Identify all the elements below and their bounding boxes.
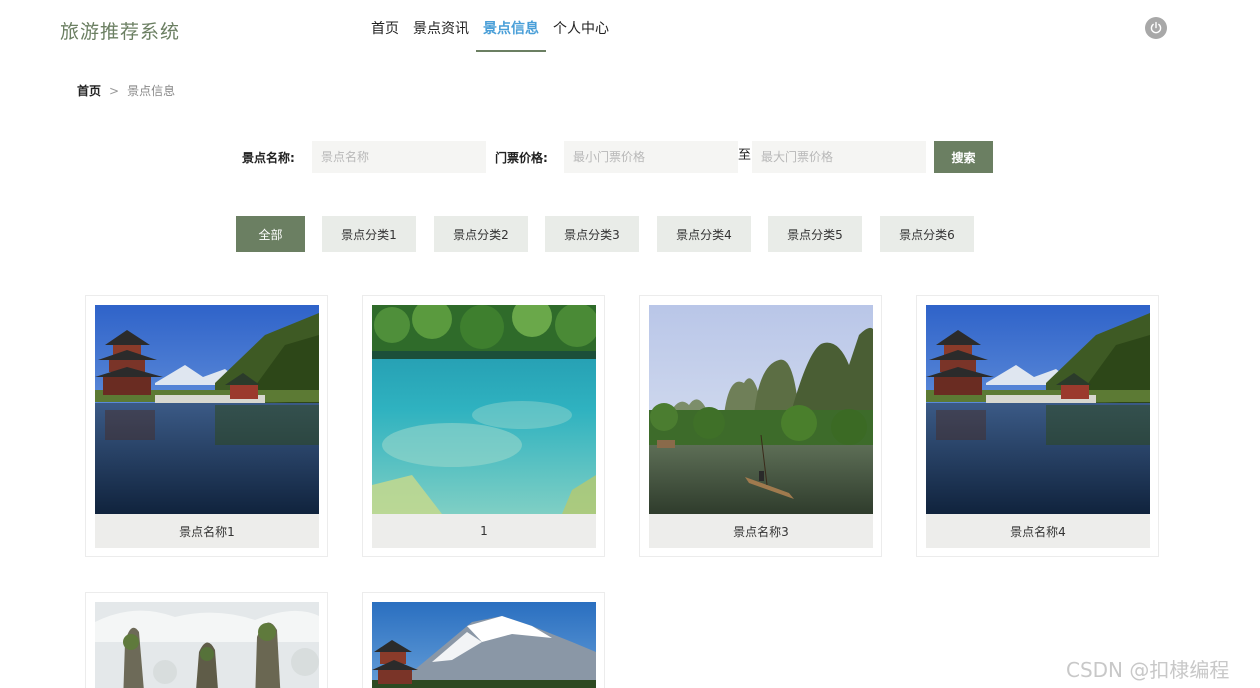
site-logo[interactable]: 旅游推荐系统 [60, 17, 180, 44]
category-4[interactable]: 景点分类4 [657, 216, 751, 252]
spot-name: 景点名称4 [926, 514, 1150, 548]
nav-spots[interactable]: 景点信息 [476, 0, 546, 52]
spot-name-label: 景点名称: [242, 151, 295, 165]
breadcrumb-separator: > [109, 83, 120, 98]
price-range-to: 至 [738, 148, 752, 163]
power-icon[interactable] [1145, 17, 1167, 39]
spot-image-turquoise-lake [372, 305, 596, 514]
breadcrumb: 首页 > 景点信息 [77, 82, 175, 99]
spot-image-pagoda-lake [926, 305, 1150, 514]
category-tabs: 全部 景点分类1 景点分类2 景点分类3 景点分类4 景点分类5 景点分类6 [0, 216, 1260, 252]
power-symbol [1150, 21, 1162, 34]
search-button[interactable]: 搜索 [934, 141, 993, 173]
category-5[interactable]: 景点分类5 [768, 216, 862, 252]
category-all[interactable]: 全部 [236, 216, 305, 252]
spot-name-input[interactable] [312, 141, 486, 173]
spot-card[interactable]: 景点名称4 [916, 295, 1159, 557]
spot-card[interactable] [85, 592, 328, 688]
spot-image-stone-pillars [95, 602, 319, 688]
spot-image-pagoda-lake [95, 305, 319, 514]
watermark: CSDN @扣棣编程 [1066, 658, 1230, 682]
spot-card[interactable]: 景点名称1 [85, 295, 328, 557]
spot-card[interactable]: 景点名称3 [639, 295, 882, 557]
spot-name: 1 [372, 514, 596, 548]
nav-profile[interactable]: 个人中心 [546, 0, 616, 52]
spot-name: 景点名称1 [95, 514, 319, 548]
spot-card[interactable] [362, 592, 605, 688]
spot-card[interactable]: 1 [362, 295, 605, 557]
spot-image-karst-river [649, 305, 873, 514]
nav-home[interactable]: 首页 [364, 0, 406, 52]
header: 旅游推荐系统 首页 景点资讯 景点信息 个人中心 [0, 0, 1260, 58]
breadcrumb-home[interactable]: 首页 [77, 82, 101, 99]
min-price-input[interactable] [564, 141, 738, 173]
main-nav: 首页 景点资讯 景点信息 个人中心 [364, 0, 616, 52]
nav-news[interactable]: 景点资讯 [406, 0, 476, 52]
category-2[interactable]: 景点分类2 [434, 216, 528, 252]
spot-image-snow-mountain [372, 602, 596, 688]
category-1[interactable]: 景点分类1 [322, 216, 416, 252]
max-price-input[interactable] [752, 141, 926, 173]
price-label: 门票价格: [495, 151, 548, 165]
category-3[interactable]: 景点分类3 [545, 216, 639, 252]
spot-name: 景点名称3 [649, 514, 873, 548]
category-6[interactable]: 景点分类6 [880, 216, 974, 252]
search-bar: 景点名称: 门票价格: 至 搜索 [0, 141, 1260, 173]
breadcrumb-current: 景点信息 [127, 84, 176, 98]
